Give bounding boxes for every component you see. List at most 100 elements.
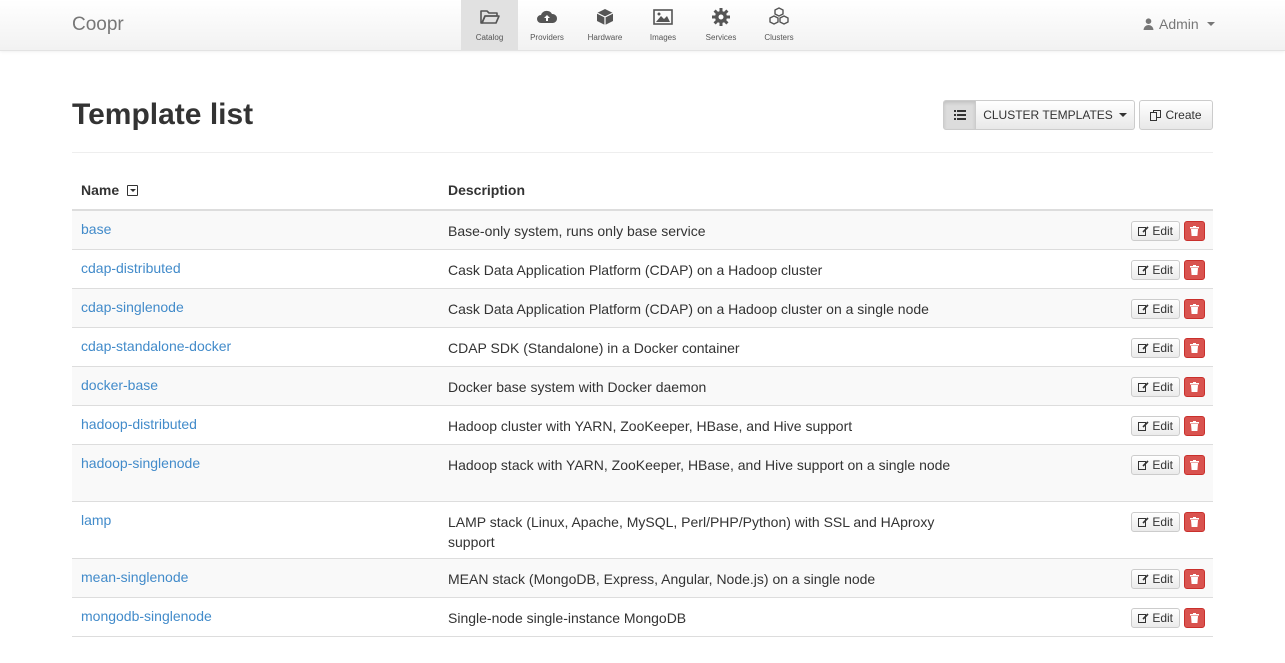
table-row: docker-base Docker base system with Docke… <box>72 367 1213 406</box>
cubes-icon <box>769 7 789 25</box>
edit-button[interactable]: Edit <box>1131 260 1180 280</box>
template-name-link[interactable]: docker-base <box>81 377 158 393</box>
edit-button[interactable]: Edit <box>1131 338 1180 358</box>
edit-icon <box>1138 460 1149 470</box>
edit-button[interactable]: Edit <box>1131 377 1180 397</box>
row-actions: Edit <box>1131 260 1205 280</box>
table-row: cdap-standalone-docker CDAP SDK (Standalo… <box>72 328 1213 367</box>
edit-button[interactable]: Edit <box>1131 569 1180 589</box>
delete-button[interactable] <box>1184 455 1205 475</box>
top-navbar: Coopr Catalog Providers Hardware Images … <box>0 0 1285 51</box>
nav-label: Clusters <box>764 33 794 42</box>
view-toggle-group: CLUSTER TEMPLATES <box>943 100 1135 130</box>
table-row: hadoop-singlenode Hadoop stack with YARN,… <box>72 445 1213 502</box>
trash-icon <box>1190 226 1199 236</box>
template-name-link[interactable]: mean-singlenode <box>81 569 188 585</box>
template-description: MEAN stack (MongoDB, Express, Angular, N… <box>448 571 876 587</box>
trash-icon <box>1190 382 1199 392</box>
picture-icon <box>653 9 673 25</box>
brand-logo[interactable]: Coopr <box>72 14 124 36</box>
gear-icon <box>712 8 730 26</box>
edit-button[interactable]: Edit <box>1131 416 1180 436</box>
edit-label: Edit <box>1152 515 1173 529</box>
template-table: Name Description base Base-only system, r… <box>72 171 1213 637</box>
edit-label: Edit <box>1152 572 1173 586</box>
template-name-link[interactable]: lamp <box>81 512 111 528</box>
delete-button[interactable] <box>1184 221 1205 241</box>
delete-button[interactable] <box>1184 299 1205 319</box>
row-actions: Edit <box>1131 455 1205 475</box>
create-button[interactable]: Create <box>1139 100 1213 130</box>
trash-icon <box>1190 517 1199 527</box>
row-actions: Edit <box>1131 338 1205 358</box>
row-actions: Edit <box>1131 569 1205 589</box>
edit-button[interactable]: Edit <box>1131 512 1180 532</box>
row-actions: Edit <box>1131 416 1205 436</box>
edit-button[interactable]: Edit <box>1131 299 1180 319</box>
edit-label: Edit <box>1152 419 1173 433</box>
nav-label: Providers <box>530 33 564 42</box>
chevron-down-icon <box>1118 113 1127 117</box>
list-view-button[interactable] <box>943 100 976 130</box>
column-header-description: Description <box>448 182 526 198</box>
sort-icon[interactable] <box>127 185 139 196</box>
row-actions: Edit <box>1131 512 1205 532</box>
edit-icon <box>1138 574 1149 584</box>
trash-icon <box>1190 343 1199 353</box>
trash-icon <box>1190 613 1199 623</box>
list-icon <box>953 110 966 120</box>
delete-button[interactable] <box>1184 569 1205 589</box>
trash-icon <box>1190 265 1199 275</box>
edit-icon <box>1138 265 1149 275</box>
edit-label: Edit <box>1152 302 1173 316</box>
edit-icon <box>1138 304 1149 314</box>
template-name-link[interactable]: cdap-standalone-docker <box>81 338 231 354</box>
nav-hardware[interactable]: Hardware <box>576 0 634 50</box>
trash-icon <box>1190 574 1199 584</box>
header-divider <box>72 152 1213 153</box>
chevron-down-icon <box>1206 22 1215 26</box>
delete-button[interactable] <box>1184 608 1205 628</box>
nav-images[interactable]: Images <box>634 0 692 50</box>
delete-button[interactable] <box>1184 416 1205 436</box>
template-name-link[interactable]: hadoop-distributed <box>81 416 197 432</box>
template-name-link[interactable]: cdap-distributed <box>81 260 181 276</box>
page-title: Template list <box>72 98 254 131</box>
trash-icon <box>1190 421 1199 431</box>
delete-button[interactable] <box>1184 377 1205 397</box>
copy-icon <box>1150 109 1162 121</box>
edit-label: Edit <box>1152 224 1173 238</box>
delete-button[interactable] <box>1184 338 1205 358</box>
edit-icon <box>1138 226 1149 236</box>
template-description: LAMP stack (Linux, Apache, MySQL, Perl/P… <box>448 514 935 550</box>
column-header-name[interactable]: Name <box>81 182 139 198</box>
row-actions: Edit <box>1131 221 1205 241</box>
template-name-link[interactable]: mongodb-singlenode <box>81 608 212 624</box>
edit-label: Edit <box>1152 611 1173 625</box>
edit-icon <box>1138 517 1149 527</box>
user-menu[interactable]: Admin <box>1143 16 1215 32</box>
template-description: Cask Data Application Platform (CDAP) on… <box>448 301 929 317</box>
template-description: Docker base system with Docker daemon <box>448 379 707 395</box>
table-row: cdap-singlenode Cask Data Application Pla… <box>72 289 1213 328</box>
cube-icon <box>596 9 614 25</box>
nav-providers[interactable]: Providers <box>518 0 576 50</box>
nav-clusters[interactable]: Clusters <box>750 0 808 50</box>
table-row: mongodb-singlenode Single-node single-ins… <box>72 598 1213 637</box>
delete-button[interactable] <box>1184 512 1205 532</box>
nav-catalog[interactable]: Catalog <box>461 0 518 50</box>
edit-button[interactable]: Edit <box>1131 608 1180 628</box>
template-name-link[interactable]: hadoop-singlenode <box>81 455 200 471</box>
cloud-upload-icon <box>537 10 558 23</box>
template-name-link[interactable]: base <box>81 221 111 237</box>
edit-button[interactable]: Edit <box>1131 221 1180 241</box>
delete-button[interactable] <box>1184 260 1205 280</box>
user-icon <box>1143 18 1154 30</box>
template-name-link[interactable]: cdap-singlenode <box>81 299 184 315</box>
dropdown-label: CLUSTER TEMPLATES <box>983 108 1113 122</box>
edit-button[interactable]: Edit <box>1131 455 1180 475</box>
nav-services[interactable]: Services <box>692 0 750 50</box>
edit-icon <box>1138 421 1149 431</box>
cluster-templates-dropdown[interactable]: CLUSTER TEMPLATES <box>976 100 1135 130</box>
template-description: Hadoop stack with YARN, ZooKeeper, HBase… <box>448 457 951 473</box>
